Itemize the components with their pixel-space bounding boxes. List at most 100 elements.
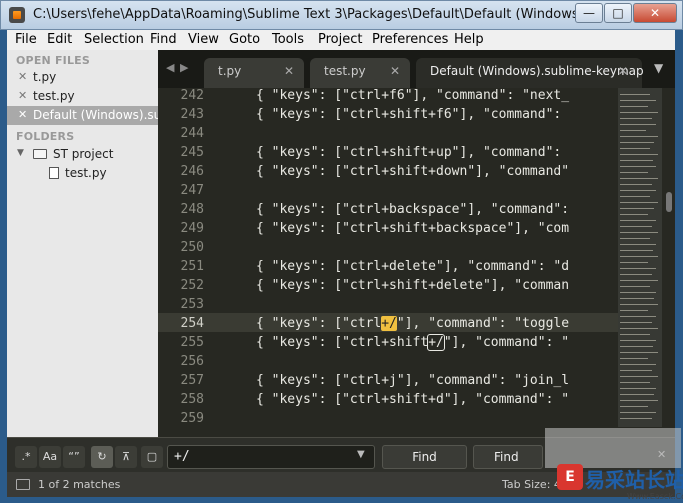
code-editor[interactable]: 242 243 244 245 246 247 248 249 250 251 … (158, 88, 675, 437)
menu-find[interactable]: Find (150, 32, 177, 47)
scrollbar-thumb[interactable] (666, 192, 672, 212)
menu-preferences[interactable]: Preferences (372, 32, 448, 47)
tab-scroll-right-icon[interactable]: ▶ (180, 61, 188, 74)
whole-word-toggle[interactable]: “” (63, 446, 85, 468)
minimap-line (620, 292, 656, 293)
tab-scroll-left-icon[interactable]: ◀ (166, 61, 174, 74)
minimap-line (620, 208, 654, 209)
close-icon[interactable]: ✕ (18, 108, 27, 121)
sublime-app-icon (9, 7, 25, 23)
panel-toggle-icon[interactable] (16, 479, 30, 490)
in-selection-toggle[interactable]: ⊼ (115, 446, 137, 468)
close-icon[interactable]: ✕ (284, 64, 294, 78)
minimap-line (620, 148, 650, 149)
close-icon[interactable]: ✕ (618, 64, 628, 78)
menu-tools[interactable]: Tools (272, 32, 304, 47)
menu-project[interactable]: Project (318, 32, 362, 47)
minimap-line (620, 370, 652, 371)
line-number: 253 (180, 297, 204, 312)
minimap-line (620, 358, 648, 359)
menu-goto[interactable]: Goto (229, 32, 260, 47)
wrap-toggle[interactable]: ↻ (91, 446, 113, 468)
minimap-line (620, 214, 648, 215)
case-sensitive-toggle[interactable]: Aa (39, 446, 61, 468)
folder-icon (33, 149, 47, 159)
sidebar-file-label: Default (Windows).sublime-keymap (33, 108, 158, 122)
find-input[interactable]: +/ (167, 445, 375, 469)
minimap-line (620, 130, 646, 131)
chevron-down-icon[interactable]: ▼ (17, 148, 24, 158)
minimap-line (620, 172, 648, 173)
minimap[interactable] (618, 88, 662, 437)
line-number: 249 (180, 221, 204, 236)
tab-test-py[interactable]: test.py ✕ (310, 58, 410, 88)
sidebar-folder-file[interactable]: test.py (7, 164, 158, 183)
window-titlebar[interactable]: C:\Users\fehe\AppData\Roaming\Sublime Te… (0, 0, 683, 30)
sidebar-open-file[interactable]: ✕ test.py (7, 87, 158, 106)
vertical-scrollbar[interactable] (663, 88, 675, 437)
minimap-line (620, 298, 654, 299)
line-number: 243 (180, 107, 204, 122)
chevron-down-icon[interactable]: ▼ (357, 449, 365, 460)
highlight-matches-toggle[interactable]: ▢ (141, 446, 163, 468)
minimap-line (620, 394, 654, 395)
find-button[interactable]: Find (382, 445, 467, 469)
menu-selection[interactable]: Selection (84, 32, 144, 47)
line-number: 259 (180, 411, 204, 426)
menu-help[interactable]: Help (454, 32, 484, 47)
file-icon (49, 167, 59, 179)
close-icon[interactable]: ✕ (18, 70, 27, 83)
open-files-header: OPEN FILES (16, 54, 91, 67)
minimap-line (620, 304, 658, 305)
code-line: { "keys": ["ctrl+j"], "command": "join_l (256, 373, 570, 388)
line-number: 251 (180, 259, 204, 274)
menu-view[interactable]: View (188, 32, 219, 47)
close-icon[interactable]: ✕ (390, 64, 400, 78)
minimap-line (620, 346, 653, 347)
code-text: "], "command": "toggle (396, 316, 570, 331)
minimap-line (620, 364, 656, 365)
minimap-line (620, 142, 654, 143)
line-number: 252 (180, 278, 204, 293)
minimap-line (620, 184, 652, 185)
watermark-logo: E (557, 464, 583, 490)
code-line: { "keys": ["ctrl+delete"], "command": "d (256, 259, 570, 274)
sidebar-file-label: test.py (33, 89, 75, 103)
minimap-line (620, 274, 652, 275)
watermark-text: 易采站长站 (585, 468, 683, 492)
find-prev-button[interactable]: Find (473, 445, 543, 469)
tab-default-keymap[interactable]: Default (Windows).sublime-keymap ✕ (416, 58, 644, 88)
minimap-line (620, 406, 648, 407)
minimap-line (620, 112, 658, 113)
tab-menu-icon[interactable]: ▼ (654, 61, 663, 75)
minimap-line (620, 166, 656, 167)
watermark-blur (545, 428, 681, 468)
sidebar-open-file[interactable]: ✕ t.py (7, 68, 158, 87)
menu-edit[interactable]: Edit (47, 32, 72, 47)
minimize-button[interactable]: — (575, 3, 603, 23)
close-window-button[interactable]: ✕ (633, 3, 677, 23)
sidebar: OPEN FILES ✕ t.py ✕ test.py ✕ Default (W… (7, 50, 158, 437)
minimap-line (620, 160, 653, 161)
line-number: 257 (180, 373, 204, 388)
tab-bar: ◀ ▶ t.py ✕ test.py ✕ Default (Windows).s… (158, 50, 675, 88)
minimap-line (620, 310, 648, 311)
minimap-line (620, 286, 650, 287)
menu-file[interactable]: File (15, 32, 37, 47)
minimap-line (620, 268, 656, 269)
close-icon[interactable]: ✕ (18, 89, 27, 102)
minimap-line (620, 178, 658, 179)
code-line: { "keys": ["ctrl+shift+down"], "command" (256, 164, 570, 179)
sidebar-open-file-selected[interactable]: ✕ Default (Windows).sublime-keymap (7, 106, 158, 125)
tab-t-py[interactable]: t.py ✕ (204, 58, 304, 88)
minimap-line (620, 322, 652, 323)
minimap-line (620, 226, 652, 227)
minimap-line (620, 412, 656, 413)
search-match: +/ (427, 334, 445, 351)
minimap-line (620, 100, 656, 101)
maximize-button[interactable]: □ (604, 3, 632, 23)
line-number: 247 (180, 183, 204, 198)
regex-toggle[interactable]: .* (15, 446, 37, 468)
line-number: 246 (180, 164, 204, 179)
sidebar-folder[interactable]: ▼ ST project (7, 145, 158, 164)
